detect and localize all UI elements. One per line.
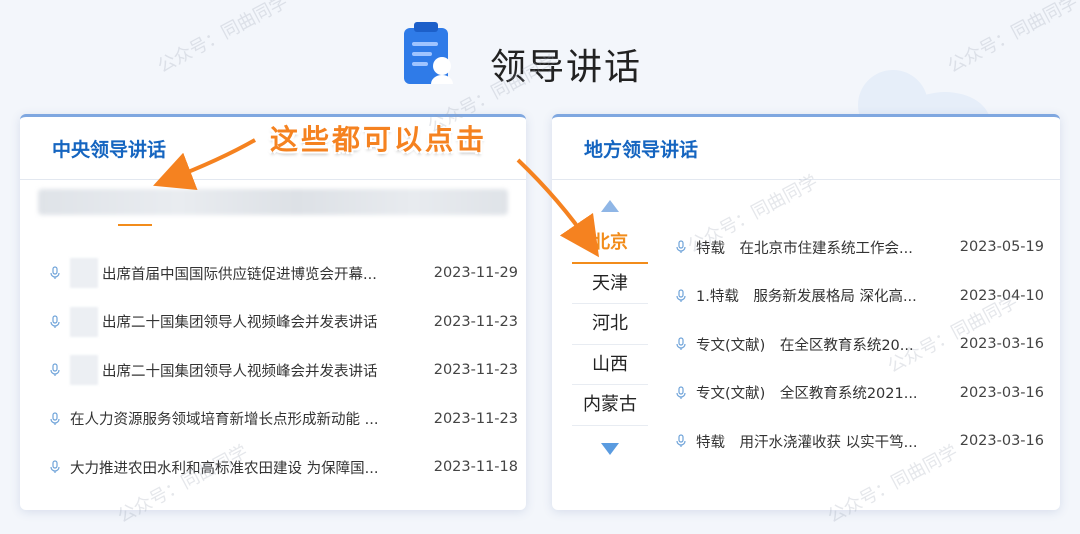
page-title: 领导讲话 xyxy=(490,47,643,88)
news-date: 2023-11-23 xyxy=(433,362,518,379)
news-title: 出席二十国集团领导人视频峰会并发表讲话 xyxy=(102,363,378,380)
microphone-icon xyxy=(676,386,686,399)
annotation-label: 这些都可以点击 xyxy=(270,123,488,156)
news-title: 大力推进农田水利和高标准农田建设 为保障国... xyxy=(70,460,379,477)
triangle-down-icon[interactable] xyxy=(600,442,620,456)
list-item[interactable]: 特载 在北京市住建系统工作会... 2023-05-19 xyxy=(674,223,1044,272)
list-item[interactable]: 大力推进农田水利和高标准农田建设 为保障国... 2023-11-18 xyxy=(48,443,518,492)
leader-tabs-blurred[interactable] xyxy=(38,189,508,215)
divider xyxy=(20,179,526,180)
document-user-icon xyxy=(404,22,453,84)
list-item[interactable]: 专文(文献) 全区教育系统2021... 2023-03-16 xyxy=(674,369,1044,418)
local-leaders-panel: 地方领导讲话 北京 天津 河北 山西 内蒙古 特载 在北京市住建系统工作会...… xyxy=(552,114,1060,510)
list-item[interactable]: 在人力资源服务领域培育新增长点形成新动能 ... 2023-11-23 xyxy=(48,395,518,444)
news-date: 2023-11-23 xyxy=(433,410,518,427)
news-date: 2023-11-23 xyxy=(433,313,518,330)
list-item[interactable]: 专文(文献) 在全区教育系统20... 2023-03-16 xyxy=(674,320,1044,369)
news-date: 2023-05-19 xyxy=(959,239,1044,256)
microphone-icon xyxy=(676,337,686,351)
microphone-icon xyxy=(50,315,60,328)
divider xyxy=(552,179,1060,180)
news-date: 2023-03-16 xyxy=(959,433,1044,450)
region-tab-hebei[interactable]: 河北 xyxy=(572,304,648,345)
list-item[interactable]: 出席首届中国国际供应链促进博览会开幕... 2023-11-29 xyxy=(48,249,518,298)
region-tab-tianjin[interactable]: 天津 xyxy=(572,264,648,304)
masked-name xyxy=(70,258,98,289)
news-date: 2023-11-18 xyxy=(433,459,518,476)
news-date: 2023-04-10 xyxy=(959,287,1044,304)
news-date: 2023-11-29 xyxy=(433,265,518,282)
central-leaders-panel: 中央领导讲话 出席首届中国国际供应链促进博览会开幕... 2023-11-29 … xyxy=(20,114,526,510)
news-title: 特载 在北京市住建系统工作会... xyxy=(696,240,913,257)
list-item[interactable]: 1.特载 服务新发展格局 深化高... 2023-04-10 xyxy=(674,272,1044,321)
panel-title-local: 地方领导讲话 xyxy=(584,139,699,161)
list-item[interactable]: 出席二十国集团领导人视频峰会并发表讲话 2023-11-23 xyxy=(48,298,518,347)
microphone-icon xyxy=(50,460,60,474)
central-news-list: 出席首届中国国际供应链促进博览会开幕... 2023-11-29 出席二十国集团… xyxy=(48,249,518,492)
microphone-icon xyxy=(50,266,60,280)
list-item[interactable]: 特载 用汗水浇灌收获 以实干笃... 2023-03-16 xyxy=(674,417,1044,466)
microphone-icon xyxy=(676,240,686,254)
news-date: 2023-03-16 xyxy=(959,384,1044,401)
list-item[interactable]: 出席二十国集团领导人视频峰会并发表讲话 2023-11-23 xyxy=(48,346,518,395)
news-date: 2023-03-16 xyxy=(959,336,1044,353)
microphone-icon xyxy=(676,434,686,448)
region-selector: 北京 天津 河北 山西 内蒙古 xyxy=(572,199,648,456)
local-news-list: 特载 在北京市住建系统工作会... 2023-05-19 1.特载 服务新发展格… xyxy=(674,223,1044,466)
region-tab-shanxi[interactable]: 山西 xyxy=(572,345,648,385)
microphone-icon xyxy=(50,363,60,377)
active-tab-indicator xyxy=(118,224,152,226)
news-title: 特载 用汗水浇灌收获 以实干笃... xyxy=(696,434,918,451)
news-title: 1.特载 服务新发展格局 深化高... xyxy=(696,289,917,306)
microphone-icon xyxy=(676,289,686,302)
region-tab-neimenggu[interactable]: 内蒙古 xyxy=(572,385,648,426)
news-title: 专文(文献) 全区教育系统2021... xyxy=(696,386,918,403)
region-tab-beijing[interactable]: 北京 xyxy=(572,223,648,264)
panel-title-central: 中央领导讲话 xyxy=(52,139,167,161)
news-title: 在人力资源服务领域培育新增长点形成新动能 ... xyxy=(70,412,379,429)
news-title: 专文(文献) 在全区教育系统20... xyxy=(696,337,914,354)
masked-name xyxy=(70,306,98,337)
news-title: 出席二十国集团领导人视频峰会并发表讲话 xyxy=(102,315,378,332)
masked-name xyxy=(70,355,98,386)
news-title: 出席首届中国国际供应链促进博览会开幕... xyxy=(102,266,377,283)
microphone-icon xyxy=(50,412,60,425)
triangle-up-icon[interactable] xyxy=(600,199,620,213)
section-header: 领导讲话 xyxy=(0,18,1080,98)
